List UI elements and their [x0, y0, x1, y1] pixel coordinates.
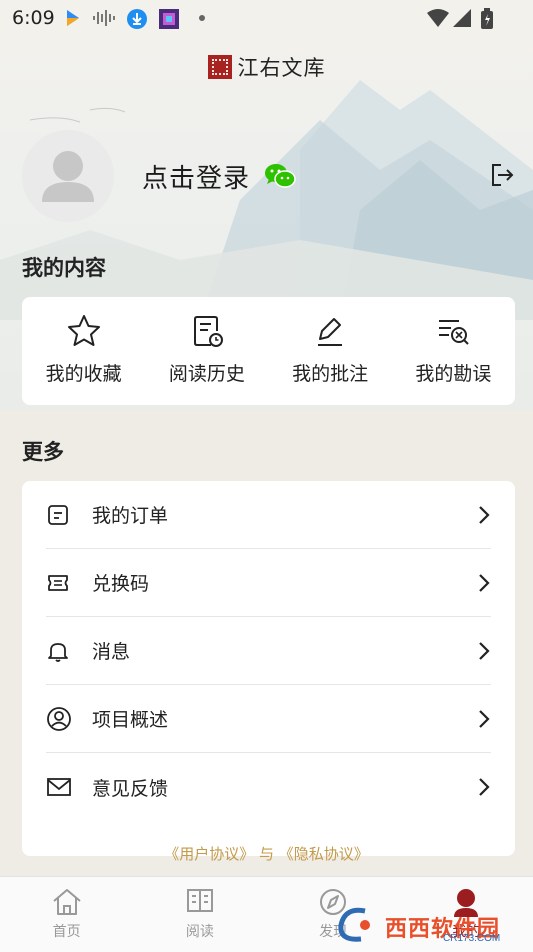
- erratum-icon: [439, 320, 470, 345]
- seal-logo-icon: [207, 55, 232, 79]
- tab-label: 首页: [52, 924, 81, 940]
- reading-history-label: 阅读历史: [168, 363, 245, 385]
- audio-wave-icon: [93, 10, 115, 26]
- download-icon: [127, 9, 147, 29]
- wechat-icon[interactable]: [264, 163, 296, 189]
- menu-item-label: 我的订单: [92, 505, 169, 527]
- book-icon: [186, 889, 213, 912]
- avatar[interactable]: [22, 130, 114, 222]
- menu-item-label: 消息: [92, 641, 131, 663]
- default-avatar-icon: [42, 151, 94, 202]
- chevron-right-icon: [479, 573, 490, 592]
- my-content-card: 我的收藏 阅读历史 我的批注 我的勘误: [22, 297, 515, 405]
- bell-icon: [48, 642, 68, 662]
- status-bar: 6:09: [0, 0, 533, 38]
- menu-item-redeem-code[interactable]: 兑换码: [46, 549, 491, 617]
- annotate-icon: [318, 318, 343, 346]
- star-icon: [67, 315, 100, 346]
- user-agreement-link[interactable]: 《用户协议》: [164, 845, 254, 863]
- agreement-links: 《用户协议》 与 《隐私协议》: [0, 843, 533, 864]
- chevron-right-icon: [479, 505, 490, 524]
- errata-label: 我的勘误: [415, 363, 492, 385]
- history-icon: [193, 316, 223, 347]
- my-content-title: 我的内容: [22, 256, 106, 280]
- favorites-button[interactable]: 我的收藏: [22, 297, 145, 405]
- login-link[interactable]: 点击登录: [142, 158, 250, 195]
- game-app-icon: [159, 9, 179, 29]
- errata-button[interactable]: 我的勘误: [392, 297, 515, 405]
- annotations-label: 我的批注: [292, 363, 369, 385]
- watermark-subtext: CR173.COM: [443, 933, 501, 944]
- menu-item-project-overview[interactable]: 项目概述: [46, 685, 491, 753]
- menu-item-feedback[interactable]: 意见反馈: [46, 753, 491, 821]
- menu-item-orders[interactable]: 我的订单: [46, 481, 491, 549]
- battery-icon: [481, 8, 493, 29]
- ticket-icon: [48, 574, 68, 591]
- logout-icon[interactable]: [489, 162, 515, 188]
- cell-signal-icon: [453, 9, 471, 27]
- wifi-icon: [427, 9, 449, 27]
- privacy-policy-link[interactable]: 《隐私协议》: [279, 845, 369, 863]
- order-icon: [48, 504, 68, 525]
- favorites-label: 我的收藏: [45, 363, 122, 385]
- app-header: 江右文库: [0, 52, 533, 82]
- menu-item-messages[interactable]: 消息: [46, 617, 491, 685]
- chevron-right-icon: [479, 709, 490, 728]
- tab-reading[interactable]: 阅读: [133, 877, 266, 952]
- video-app-icon: [67, 10, 79, 26]
- watermark-logo-icon: [338, 907, 370, 942]
- menu-item-label: 意见反馈: [92, 777, 169, 800]
- mail-icon: [47, 778, 71, 796]
- status-time: 6:09: [12, 7, 55, 29]
- site-watermark: 西西软件园 CR173.COM: [335, 905, 515, 945]
- app-title: 江右文库: [237, 56, 326, 80]
- chevron-right-icon: [479, 778, 490, 796]
- menu-item-label: 项目概述: [92, 709, 169, 731]
- user-circle-icon: [47, 706, 71, 731]
- more-notifications-dot-icon: [199, 15, 205, 21]
- chevron-right-icon: [479, 641, 490, 660]
- tab-home[interactable]: 首页: [0, 877, 133, 952]
- tab-label: 阅读: [185, 924, 214, 940]
- more-menu-card: 我的订单 兑换码 消息 项目概述 意见反馈: [22, 481, 515, 856]
- more-title: 更多: [22, 440, 64, 464]
- annotations-button[interactable]: 我的批注: [269, 297, 392, 405]
- menu-item-label: 兑换码: [92, 573, 150, 595]
- reading-history-button[interactable]: 阅读历史: [145, 297, 268, 405]
- home-icon: [52, 889, 81, 915]
- agreement-separator: 与: [258, 845, 274, 863]
